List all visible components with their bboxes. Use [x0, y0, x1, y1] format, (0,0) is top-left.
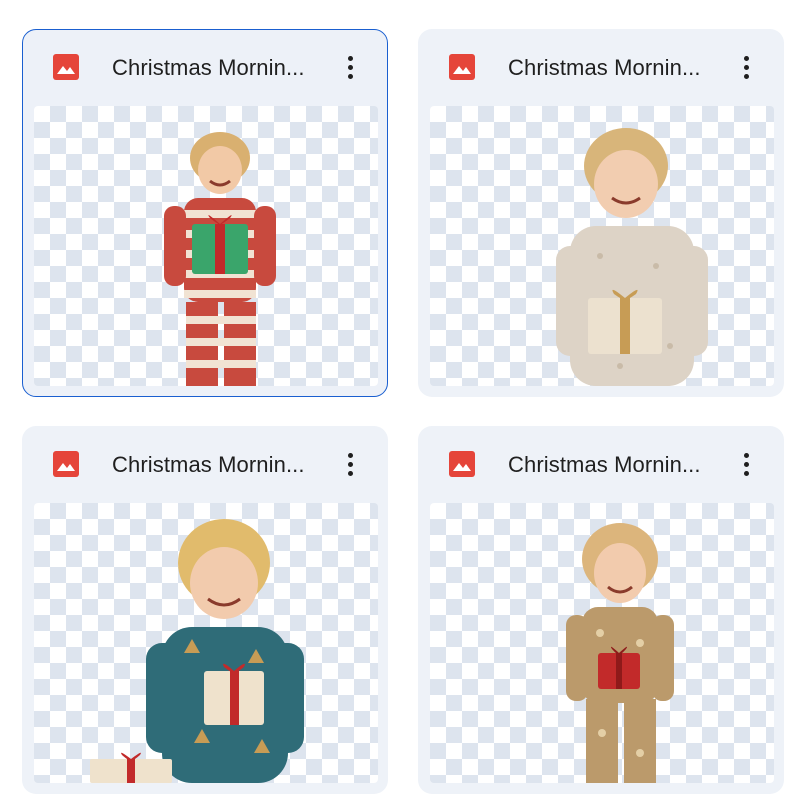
more-vert-icon[interactable] — [339, 447, 363, 483]
child-gold-pajamas-image — [566, 523, 674, 783]
more-vert-icon[interactable] — [735, 50, 759, 86]
image-icon — [449, 54, 475, 80]
file-card-2[interactable]: Christmas Mornin... — [418, 29, 784, 397]
file-thumbnail[interactable] — [430, 503, 774, 783]
file-card-3[interactable]: Christmas Mornin... — [22, 426, 388, 794]
file-thumbnail[interactable] — [430, 106, 774, 386]
file-card-4[interactable]: Christmas Mornin... — [418, 426, 784, 794]
child-beige-pajamas-image — [556, 128, 708, 386]
file-thumbnail[interactable] — [34, 106, 378, 386]
file-card-header: Christmas Mornin... — [419, 30, 783, 106]
image-icon — [53, 451, 79, 477]
file-card-1[interactable]: Christmas Mornin... — [22, 29, 388, 397]
file-title: Christmas Mornin... — [112, 452, 305, 477]
image-icon — [53, 54, 79, 80]
image-icon — [449, 451, 475, 477]
file-thumbnail[interactable] — [34, 503, 378, 783]
child-red-striped-pajamas-image — [164, 132, 276, 386]
file-card-header: Christmas Mornin... — [419, 427, 783, 503]
file-title: Christmas Mornin... — [508, 55, 701, 80]
more-vert-icon[interactable] — [339, 50, 363, 86]
more-vert-icon[interactable] — [735, 447, 759, 483]
file-card-header: Christmas Mornin... — [23, 427, 387, 503]
file-title: Christmas Mornin... — [508, 452, 701, 477]
file-card-header: Christmas Mornin... — [23, 30, 387, 106]
file-title: Christmas Mornin... — [112, 55, 305, 80]
child-teal-pajamas-image — [90, 519, 304, 783]
